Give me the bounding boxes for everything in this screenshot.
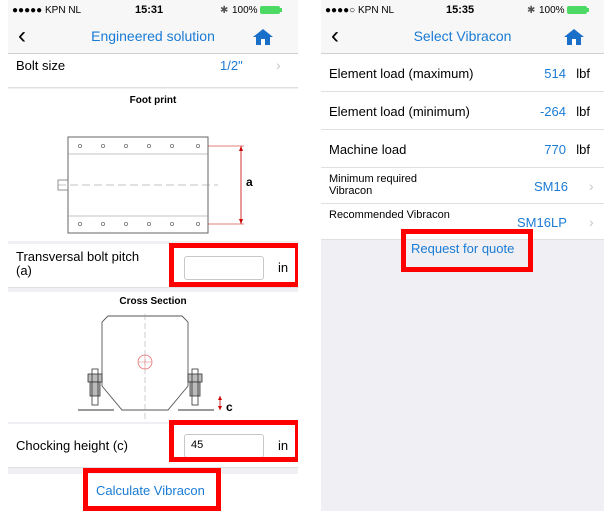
dimension-a-label: a [246,175,253,189]
battery-indicator: 100% [232,5,282,16]
dimension-c-label: c [226,400,233,414]
bolt-size-label: Bolt size [16,58,66,73]
battery-percent: 100% [539,5,565,16]
battery-percent: 100% [232,5,258,16]
highlight-box [83,468,221,511]
row-value: 770 [544,142,566,157]
footprint-title: Foot print [129,95,177,106]
bolt-size-row[interactable]: Bolt size 1/2" › [8,54,298,88]
row-label: Minimum required Vibracon [329,173,418,197]
row-unit: lbf [576,142,590,157]
bluetooth-icon: ✱ [220,5,229,16]
footprint-diagram [57,136,244,234]
home-icon[interactable] [252,28,274,46]
results-list: Element load (maximum) 514 lbf Element l… [321,54,604,240]
row-unit: lbf [576,66,590,81]
element-load-max-row: Element load (maximum) 514 lbf [321,54,604,92]
row-value: SM16LP [517,215,567,230]
cross-section-diagram [78,314,222,420]
row-label: Machine load [329,142,407,157]
bolt-size-value: 1/2" [220,58,243,73]
status-bar: ●●●●● KPN NL 15:31 ✱ 100% [8,0,298,20]
chevron-right-icon: › [276,57,281,73]
carrier-label: ●●●●○ KPN NL [325,5,395,16]
nav-bar: ‹ Select Vibracon [321,20,604,54]
left-screen: ●●●●● KPN NL 15:31 ✱ 100% ‹ Engineered s… [8,0,298,511]
row-unit: lbf [576,104,590,119]
cross-section-title: Cross Section [119,296,187,307]
footprint-panel: Foot print a [8,89,298,241]
highlight-box [169,420,298,462]
home-icon[interactable] [563,28,585,46]
chocking-label: Chocking height (c) [16,438,128,453]
battery-icon [259,6,280,15]
machine-load-row: Machine load 770 lbf [321,130,604,168]
chevron-right-icon: › [589,178,594,194]
right-screen: ●●●●○ KPN NL 15:35 ✱ 100% ‹ Select Vibra… [321,0,604,511]
bolt-pitch-label: Transversal bolt pitch (a) [16,249,140,278]
cross-section-panel: Cross Section c [8,292,298,422]
nav-bar: ‹ Engineered solution [8,20,298,54]
highlight-box [401,229,533,272]
row-label: Element load (maximum) [329,66,474,81]
highlight-box [169,243,298,287]
row-label: Element load (minimum) [329,104,470,119]
min-required-row[interactable]: Minimum required Vibracon SM16 › [321,168,604,204]
battery-icon [566,6,587,15]
status-time: 15:31 [135,4,164,16]
carrier-label: ●●●●● KPN NL [12,5,82,16]
battery-indicator: 100% [539,5,589,16]
status-bar: ●●●●○ KPN NL 15:35 ✱ 100% [321,0,604,20]
page-title: Select Vibracon [413,28,512,44]
row-value: SM16 [534,179,568,194]
row-value: -264 [539,104,566,119]
row-label: Recommended Vibracon [329,209,450,221]
bluetooth-icon: ✱ [527,5,536,16]
chevron-right-icon: › [589,214,594,230]
row-value: 514 [544,66,566,81]
element-load-min-row: Element load (minimum) -264 lbf [321,92,604,130]
status-time: 15:35 [446,4,475,16]
